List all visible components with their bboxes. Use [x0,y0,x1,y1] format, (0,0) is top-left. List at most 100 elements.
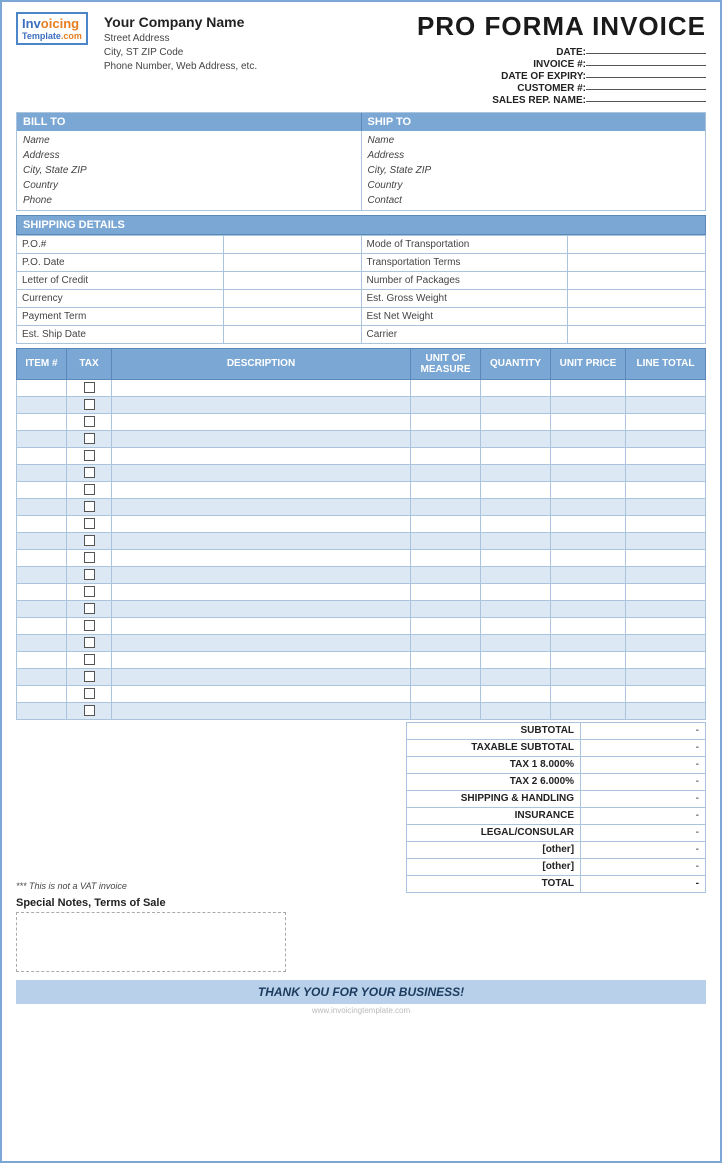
item-tax-cell[interactable] [67,481,112,498]
item-quantity-cell[interactable] [481,600,551,617]
item-num-cell[interactable] [17,583,67,600]
item-desc-cell[interactable] [112,566,411,583]
item-unit-price-cell[interactable] [551,532,626,549]
item-tax-cell[interactable] [67,583,112,600]
item-line-total-cell[interactable] [626,464,706,481]
sum-value[interactable]: - [581,773,706,790]
invoice-num-value[interactable] [586,63,706,66]
item-desc-cell[interactable] [112,464,411,481]
tax-checkbox[interactable] [84,637,95,648]
item-quantity-cell[interactable] [481,396,551,413]
item-num-cell[interactable] [17,447,67,464]
item-line-total-cell[interactable] [626,498,706,515]
item-quantity-cell[interactable] [481,413,551,430]
tax-checkbox[interactable] [84,603,95,614]
item-line-total-cell[interactable] [626,583,706,600]
item-quantity-cell[interactable] [481,498,551,515]
item-quantity-cell[interactable] [481,379,551,396]
item-line-total-cell[interactable] [626,634,706,651]
tax-checkbox[interactable] [84,399,95,410]
item-line-total-cell[interactable] [626,396,706,413]
item-line-total-cell[interactable] [626,668,706,685]
item-desc-cell[interactable] [112,651,411,668]
item-num-cell[interactable] [17,685,67,702]
item-unit-price-cell[interactable] [551,549,626,566]
item-unit-price-cell[interactable] [551,634,626,651]
item-unit-price-cell[interactable] [551,379,626,396]
item-unit-price-cell[interactable] [551,600,626,617]
item-tax-cell[interactable] [67,651,112,668]
item-unit-price-cell[interactable] [551,430,626,447]
item-line-total-cell[interactable] [626,651,706,668]
item-num-cell[interactable] [17,464,67,481]
item-line-total-cell[interactable] [626,447,706,464]
date-value[interactable] [586,51,706,54]
item-num-cell[interactable] [17,379,67,396]
item-tax-cell[interactable] [67,702,112,719]
item-unit-measure-cell[interactable] [411,396,481,413]
sum-value[interactable]: - [581,790,706,807]
item-desc-cell[interactable] [112,379,411,396]
customer-value[interactable] [586,87,706,90]
item-line-total-cell[interactable] [626,379,706,396]
shipping-value2[interactable] [568,271,706,289]
item-unit-measure-cell[interactable] [411,447,481,464]
item-unit-measure-cell[interactable] [411,549,481,566]
shipping-value1[interactable] [223,289,361,307]
item-line-total-cell[interactable] [626,685,706,702]
shipping-value1[interactable] [223,325,361,343]
item-desc-cell[interactable] [112,583,411,600]
item-unit-price-cell[interactable] [551,481,626,498]
tax-checkbox[interactable] [84,620,95,631]
item-num-cell[interactable] [17,617,67,634]
sum-value[interactable]: - [581,858,706,875]
item-quantity-cell[interactable] [481,532,551,549]
item-unit-price-cell[interactable] [551,515,626,532]
item-desc-cell[interactable] [112,532,411,549]
item-unit-measure-cell[interactable] [411,498,481,515]
item-unit-measure-cell[interactable] [411,464,481,481]
sales-rep-value[interactable] [586,99,706,102]
item-quantity-cell[interactable] [481,566,551,583]
tax-checkbox[interactable] [84,552,95,563]
item-unit-measure-cell[interactable] [411,702,481,719]
item-quantity-cell[interactable] [481,617,551,634]
item-unit-measure-cell[interactable] [411,651,481,668]
shipping-value1[interactable] [223,307,361,325]
item-desc-cell[interactable] [112,702,411,719]
item-unit-measure-cell[interactable] [411,634,481,651]
item-num-cell[interactable] [17,651,67,668]
item-tax-cell[interactable] [67,396,112,413]
sum-value[interactable]: - [581,875,706,892]
item-num-cell[interactable] [17,634,67,651]
expiry-value[interactable] [586,75,706,78]
item-quantity-cell[interactable] [481,549,551,566]
item-num-cell[interactable] [17,566,67,583]
tax-checkbox[interactable] [84,433,95,444]
item-unit-measure-cell[interactable] [411,430,481,447]
tax-checkbox[interactable] [84,382,95,393]
item-unit-price-cell[interactable] [551,498,626,515]
sum-value[interactable]: - [581,824,706,841]
item-quantity-cell[interactable] [481,634,551,651]
item-desc-cell[interactable] [112,617,411,634]
item-quantity-cell[interactable] [481,447,551,464]
item-unit-price-cell[interactable] [551,396,626,413]
item-unit-price-cell[interactable] [551,566,626,583]
item-line-total-cell[interactable] [626,617,706,634]
item-quantity-cell[interactable] [481,668,551,685]
item-desc-cell[interactable] [112,481,411,498]
item-tax-cell[interactable] [67,668,112,685]
item-num-cell[interactable] [17,549,67,566]
sum-value[interactable]: - [581,722,706,739]
item-unit-measure-cell[interactable] [411,617,481,634]
item-unit-measure-cell[interactable] [411,413,481,430]
item-unit-price-cell[interactable] [551,583,626,600]
item-tax-cell[interactable] [67,532,112,549]
item-tax-cell[interactable] [67,498,112,515]
item-line-total-cell[interactable] [626,600,706,617]
item-unit-price-cell[interactable] [551,464,626,481]
item-tax-cell[interactable] [67,617,112,634]
item-tax-cell[interactable] [67,515,112,532]
item-unit-measure-cell[interactable] [411,583,481,600]
